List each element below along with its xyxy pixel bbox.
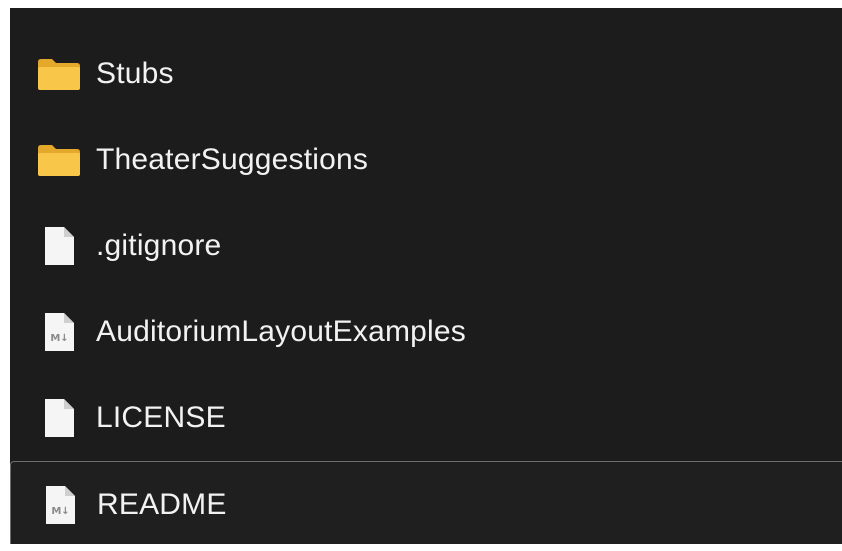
file-list-item-gitignore[interactable]: .gitignore [10,203,842,289]
file-name: README [97,488,227,521]
folder-icon [36,117,82,203]
markdown-badge: M↓ [50,333,68,344]
file-list-item-license[interactable]: LICENSE [10,375,842,461]
file-name: .gitignore [96,229,222,262]
file-list: Stubs TheaterSuggestions .gitignore M↓ A… [10,31,842,544]
file-icon [36,203,82,289]
file-icon [36,375,82,461]
file-explorer-pane: Stubs TheaterSuggestions .gitignore M↓ A… [10,8,842,544]
file-name: LICENSE [96,401,226,434]
file-list-item-theatersuggestions[interactable]: TheaterSuggestions [10,117,842,203]
file-list-item-auditoriumlayoutexamples[interactable]: M↓ AuditoriumLayoutExamples [10,289,842,375]
file-name: Stubs [96,57,174,90]
folder-icon [36,31,82,117]
file-list-item-readme[interactable]: M↓ README [10,461,842,544]
file-name: AuditoriumLayoutExamples [96,315,466,348]
file-name: TheaterSuggestions [96,143,369,176]
file-list-item-stubs[interactable]: Stubs [10,31,842,117]
markdown-file-icon: M↓ [37,462,83,544]
markdown-badge: M↓ [51,506,69,517]
markdown-file-icon: M↓ [36,289,82,375]
